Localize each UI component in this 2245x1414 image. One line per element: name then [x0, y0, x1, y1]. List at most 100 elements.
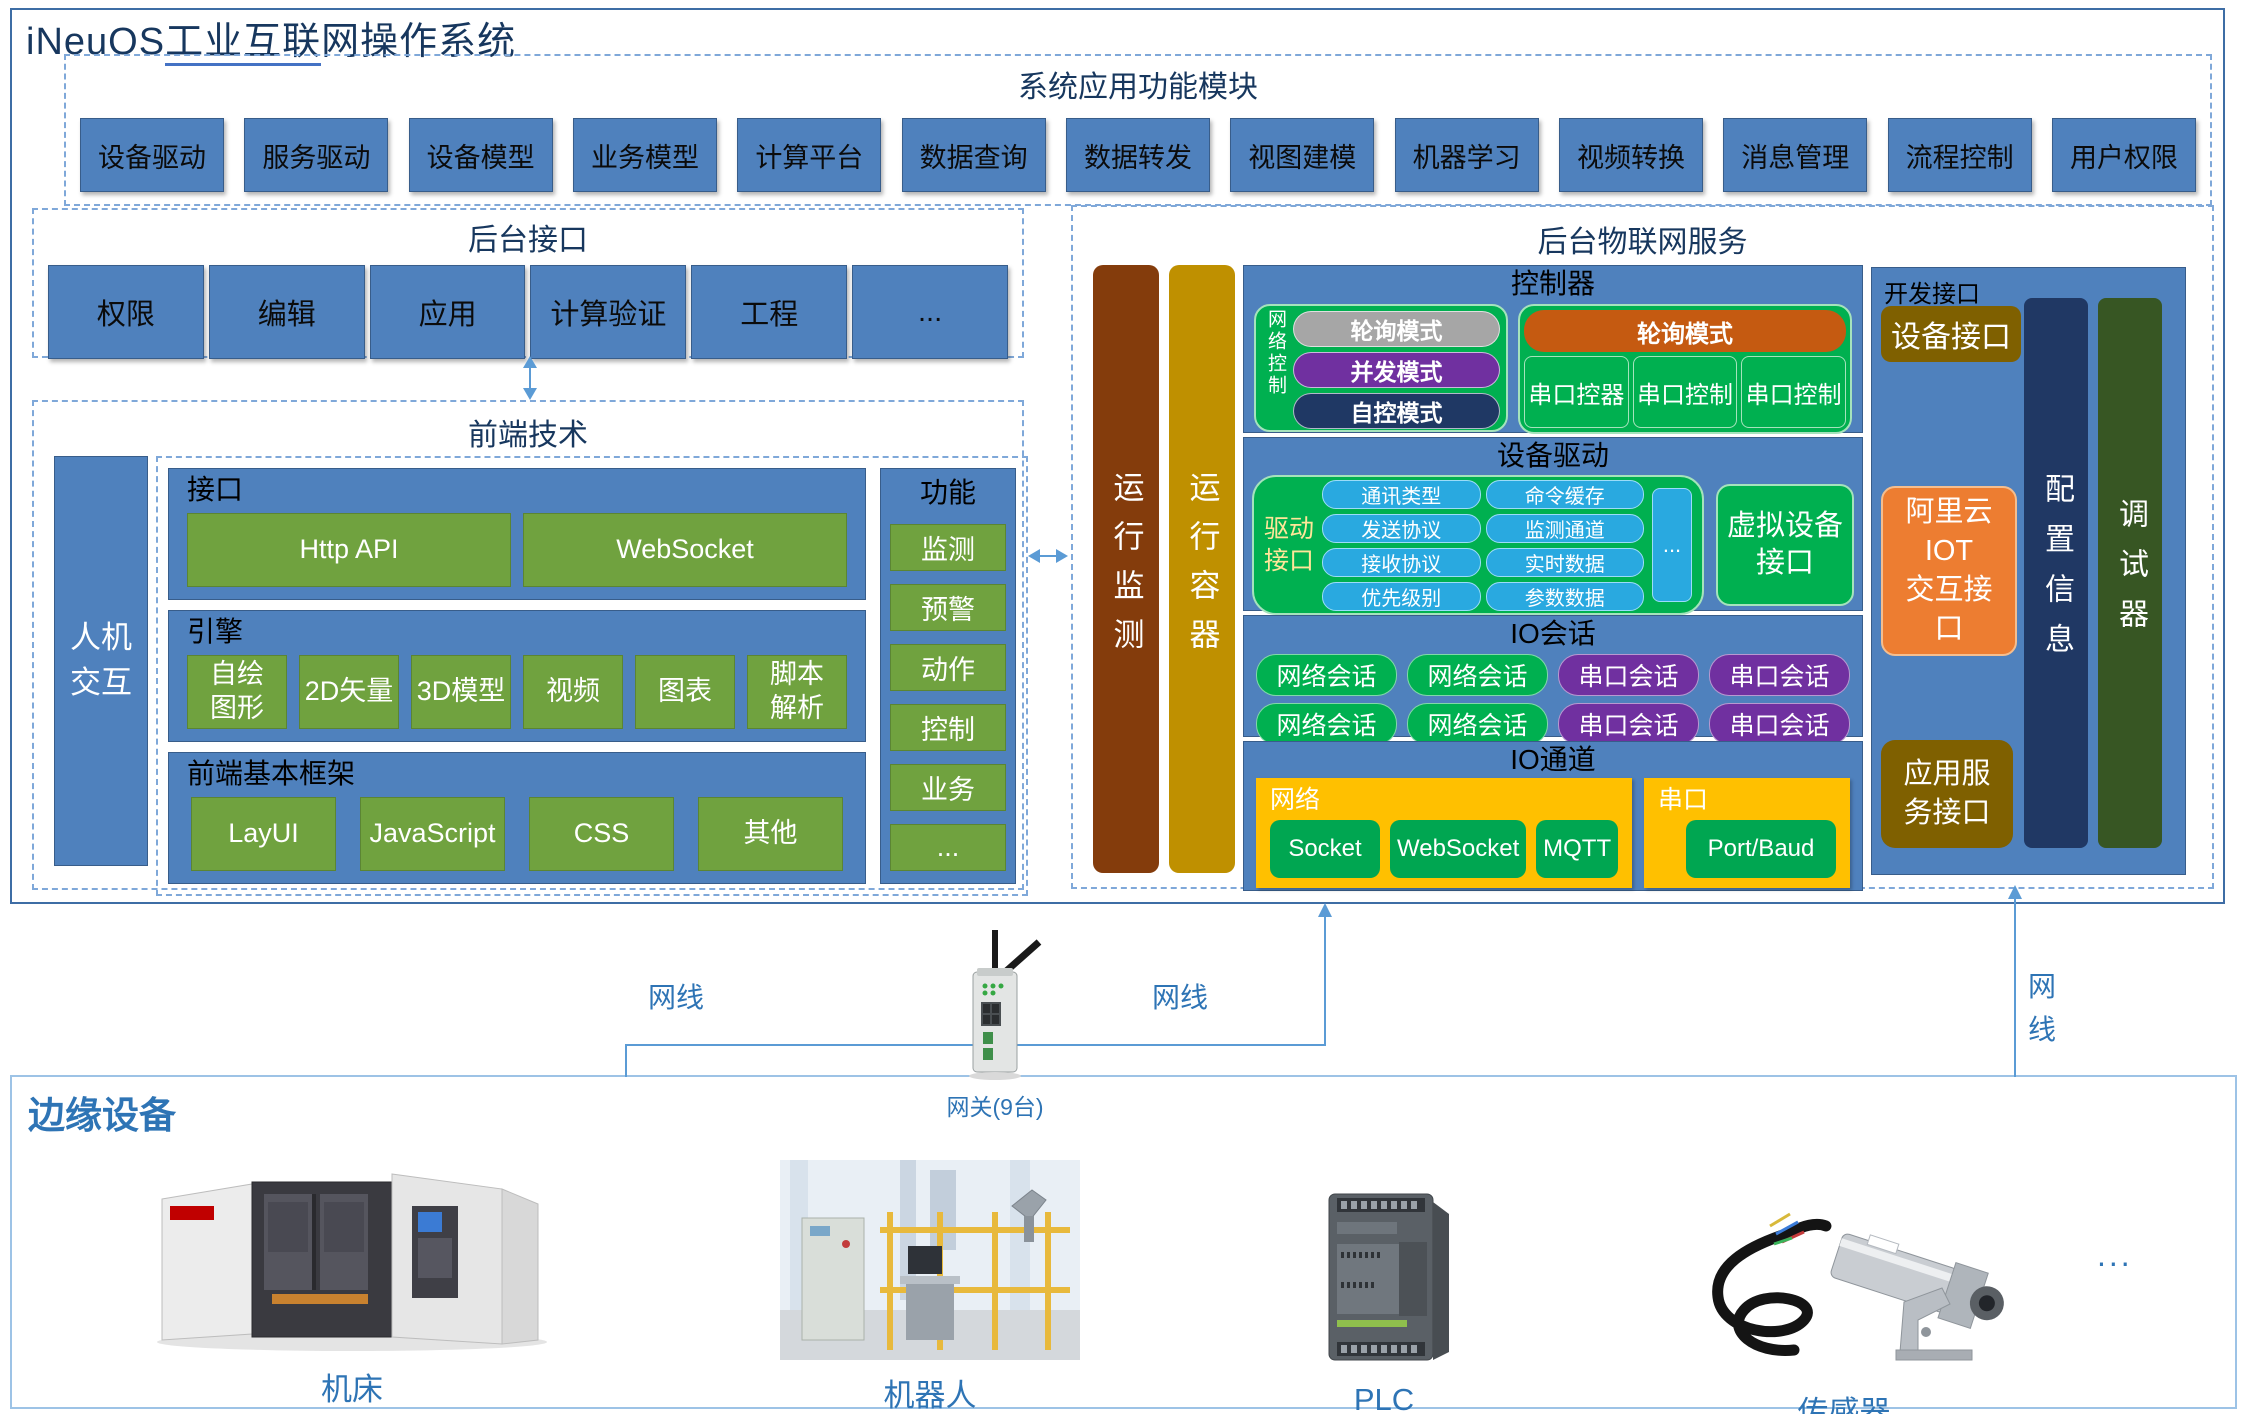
edge-item-sensor: 传感器 — [1664, 1162, 2024, 1414]
module-view-modeling: 视图建模 — [1230, 118, 1374, 192]
cable-left-label: 网线 — [648, 976, 704, 1016]
app-service-api-box: 应用服 务接口 — [1881, 740, 2013, 848]
module-user-permission: 用户权限 — [2052, 118, 2196, 192]
concurrent-mode-pill: 并发模式 — [1293, 352, 1500, 388]
backend-api-row: 权限 编辑 应用 计算验证 工程 ... — [34, 259, 1022, 359]
controller-label: 控制器 — [1244, 266, 1862, 300]
frontend-inner: 接口 Http API WebSocket 引擎 自绘 图形 2D矢量 3D模型… — [156, 456, 1028, 896]
mqtt-box: MQTT — [1536, 820, 1618, 878]
iot-service-section: 后台物联网服务 运行监测 运行容器 控制器 网络控制 轮询模式 并发模式 自控模… — [1071, 205, 2214, 889]
dev-api-panel: 开发接口 设备接口 阿里云 IOT 交互接 口 应用服 务接口 配置信息 调试器 — [1871, 267, 2186, 875]
virtual-device-api-box: 虚拟设备 接口 — [1716, 484, 1854, 606]
device-api-box: 设备接口 — [1881, 306, 2021, 362]
module-flow-control: 流程控制 — [1888, 118, 2032, 192]
frontend-header: 前端技术 — [34, 410, 1022, 454]
backend-project: 工程 — [691, 265, 847, 359]
controller-section: 控制器 网络控制 轮询模式 并发模式 自控模式 轮询模式 串口控器 — [1243, 265, 1863, 433]
module-device-driver: 设备驱动 — [80, 118, 224, 192]
pill-realtime-data: 实时数据 — [1486, 548, 1645, 577]
serial-controllers-row: 串口控器 串口控制 串口控制 — [1524, 356, 1846, 428]
pill-send-proto: 发送协议 — [1322, 514, 1480, 543]
hmi-bar: 人机 交互 — [54, 456, 148, 866]
network-channel-items: Socket WebSocket MQTT — [1270, 820, 1618, 878]
engine-self-draw: 自绘 图形 — [187, 655, 287, 729]
framework-other: 其他 — [698, 797, 843, 871]
driver-pills-grid: 通讯类型 命令缓存 发送协议 监测通道 接收协议 实时数据 优先级别 参数数据 — [1322, 480, 1644, 611]
driver-api-group: 驱动 接口 通讯类型 命令缓存 发送协议 监测通道 接收协议 实时数据 优先级别… — [1252, 475, 1704, 615]
robot-image — [770, 1145, 1090, 1360]
pill-comm-type: 通讯类型 — [1322, 480, 1480, 509]
network-control-label: 网络控制 — [1262, 309, 1289, 427]
serial-channel-group: 串口 Port/Baud — [1644, 778, 1850, 888]
driver-api-label: 驱动 接口 — [1264, 513, 1314, 578]
edge-item-machine-tool: 机床 — [132, 1139, 572, 1409]
iot-service-header: 后台物联网服务 — [1073, 217, 2212, 261]
pill-param-data: 参数数据 — [1486, 582, 1645, 611]
iot-main-panel: 控制器 网络控制 轮询模式 并发模式 自控模式 轮询模式 串口控器 — [1243, 265, 1863, 873]
io-channel-section: IO通道 网络 Socket WebSocket MQTT 串口 Port/B — [1243, 741, 1863, 891]
debugger-bar: 调试器 — [2098, 298, 2162, 848]
backend-calc-verify: 计算验证 — [530, 265, 686, 359]
network-modes: 轮询模式 并发模式 自控模式 — [1293, 309, 1500, 427]
module-machine-learning: 机器学习 — [1395, 118, 1539, 192]
module-business-model: 业务模型 — [573, 118, 717, 192]
gateway-figure — [933, 928, 1053, 1085]
module-video-convert: 视频转换 — [1559, 118, 1703, 192]
framework-css: CSS — [529, 797, 674, 871]
function-column: 功能 监测 预警 动作 控制 业务 ... — [880, 468, 1016, 884]
frontend-section: 前端技术 人机 交互 接口 Http API WebSocket 引擎 自绘 图… — [32, 400, 1024, 890]
function-ellipsis: ... — [890, 824, 1006, 871]
http-api-box: Http API — [187, 513, 511, 587]
engine-3d-model: 3D模型 — [411, 655, 511, 729]
poll-mode-pill: 轮询模式 — [1293, 311, 1500, 347]
pill-recv-proto: 接收协议 — [1322, 548, 1480, 577]
engine-subsection-label: 引擎 — [187, 615, 847, 649]
io-channel-row: 网络 Socket WebSocket MQTT 串口 Port/Baud — [1244, 776, 1862, 890]
io-session-section: IO会话 网络会话 网络会话 串口会话 串口会话 网络会话 网络会话 串口会话 … — [1243, 615, 1863, 737]
backend-edit: 编辑 — [209, 265, 365, 359]
framework-subsection-label: 前端基本框架 — [187, 757, 847, 791]
module-data-query: 数据查询 — [902, 118, 1046, 192]
pill-cmd-cache: 命令缓存 — [1486, 480, 1645, 509]
backend-ellipsis: ... — [852, 265, 1008, 359]
engine-chart: 图表 — [635, 655, 735, 729]
cable-right-label: 网 线 — [2028, 965, 2056, 1052]
function-column-label: 功能 — [890, 471, 1006, 511]
serial-session-2: 串口会话 — [1709, 654, 1850, 696]
edge-ellipsis: ... — [2097, 1237, 2133, 1274]
run-container-bar: 运行容器 — [1169, 265, 1235, 873]
driver-ellipsis-box: ... — [1652, 488, 1692, 602]
edge-item-plc: PLC — [1274, 1157, 1494, 1414]
network-control-group: 网络控制 轮询模式 并发模式 自控模式 — [1254, 304, 1508, 432]
net-session-2: 网络会话 — [1407, 654, 1548, 696]
backend-api-header: 后台接口 — [34, 215, 1022, 259]
websocket-box: WebSocket — [523, 513, 847, 587]
aliyun-iot-api-box: 阿里云 IOT 交互接 口 — [1881, 486, 2017, 656]
api-subsection: 接口 Http API WebSocket — [168, 468, 866, 600]
function-warning: 预警 — [890, 584, 1006, 631]
serial-session-1: 串口会话 — [1558, 654, 1699, 696]
frontend-left-column: 接口 Http API WebSocket 引擎 自绘 图形 2D矢量 3D模型… — [168, 468, 866, 884]
app-modules-section: 系统应用功能模块 设备驱动 服务驱动 设备模型 业务模型 计算平台 数据查询 数… — [64, 54, 2212, 206]
module-device-model: 设备模型 — [409, 118, 553, 192]
robot-label: 机器人 — [770, 1370, 1090, 1414]
function-monitor: 监测 — [890, 524, 1006, 571]
dev-api-label: 开发接口 — [1884, 274, 1980, 309]
serial-controller-1: 串口控器 — [1524, 356, 1629, 428]
net-session-4: 网络会话 — [1407, 703, 1548, 745]
websocket-channel-box: WebSocket — [1390, 820, 1526, 878]
module-data-forward: 数据转发 — [1066, 118, 1210, 192]
api-items-row: Http API WebSocket — [187, 513, 847, 587]
socket-box: Socket — [1270, 820, 1380, 878]
app-modules-header: 系统应用功能模块 — [66, 62, 2210, 106]
engine-subsection: 引擎 自绘 图形 2D矢量 3D模型 视频 图表 脚本 解析 — [168, 610, 866, 742]
function-action: 动作 — [890, 644, 1006, 691]
backend-permission: 权限 — [48, 265, 204, 359]
plc-image — [1274, 1157, 1494, 1372]
serial-controller-3: 串口控制 — [1741, 356, 1846, 428]
module-service-driver: 服务驱动 — [244, 118, 388, 192]
machine-tool-image — [132, 1139, 572, 1354]
run-monitor-bar: 运行监测 — [1093, 265, 1159, 873]
engine-items-row: 自绘 图形 2D矢量 3D模型 视频 图表 脚本 解析 — [187, 655, 847, 729]
framework-javascript: JavaScript — [360, 797, 505, 871]
